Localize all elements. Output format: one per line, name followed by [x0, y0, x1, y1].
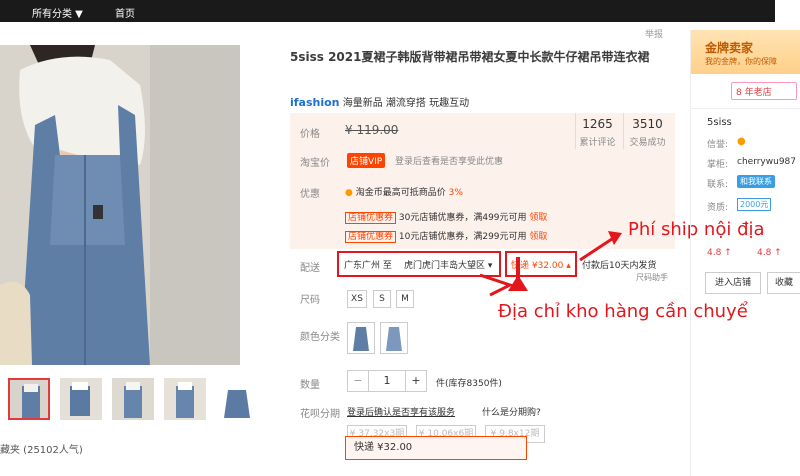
promo-coin-text: 淘金币最高可抵商品价 [355, 188, 446, 198]
gold-title: 金牌卖家 [705, 41, 754, 55]
quantity-minus-button[interactable]: − [347, 370, 369, 392]
years-badge: 8 年老店 [731, 82, 797, 100]
reviews-label: 累计评论 [579, 138, 616, 148]
size-option-s[interactable]: S [373, 290, 391, 308]
size-option-m[interactable]: M [396, 290, 414, 308]
shipping-fee-popup[interactable]: 快递 ¥32.00 [345, 436, 527, 460]
thumbnail-5[interactable] [216, 378, 258, 420]
brand-row: ifashion 海量新品 潮流穿搭 玩趣互动 [290, 94, 469, 109]
installment-label: 花呗分期 [300, 409, 340, 420]
thumbnail-4[interactable] [164, 378, 206, 420]
credit-label: 信誉: [707, 140, 729, 150]
size-label: 尺码 [300, 295, 320, 306]
thumbnail-3[interactable] [112, 378, 154, 420]
score-2: 4.8 ↑ [757, 248, 782, 258]
contact-button[interactable]: 和我联系 [737, 175, 775, 188]
installment-what-link[interactable]: 什么是分期购? [482, 405, 541, 418]
credit-icon: ● [737, 136, 746, 147]
coupon-text: 30元店铺优惠券，满499元可用 [398, 213, 527, 223]
wangwang-label: 掌柜: [707, 160, 729, 170]
all-categories-menu[interactable]: 所有分类 ▼ [32, 5, 83, 20]
report-link[interactable]: 举报 [645, 27, 663, 40]
size-option-xs[interactable]: XS [347, 290, 367, 308]
vip-text[interactable]: 登录后查看是否享受此优惠 [395, 154, 503, 167]
collect-shop-button[interactable]: 收藏 [767, 272, 800, 294]
quantity-label: 数量 [300, 380, 320, 391]
price-label: 价格 [300, 129, 320, 140]
favorites-count: 藏夹 (25102人气) [0, 445, 83, 456]
reviews-count[interactable]: 1265 [575, 117, 620, 131]
brand-tags: 海量新品 潮流穿搭 玩趣互动 [342, 98, 470, 109]
qualification-label: 资质: [707, 203, 729, 213]
gold-subtitle: 我的金牌，你的保障 [705, 57, 777, 66]
seller-panel: 金牌卖家 我的金牌，你的保障 8 年老店 5siss 信誉: ● 掌柜: che… [690, 30, 800, 476]
home-link[interactable]: 首页 [115, 5, 135, 20]
coupon-tag: 店铺优惠券 [345, 212, 397, 224]
years-text: 8 年老店 [736, 88, 772, 98]
promo-coin: ● 淘金币最高可抵商品价 3% [345, 185, 463, 198]
thumbnail-2[interactable] [60, 378, 102, 420]
quantity-input[interactable]: 1 [368, 370, 406, 392]
enter-shop-button[interactable]: 进入店铺 [705, 272, 761, 294]
thumbnail-1[interactable] [8, 378, 50, 420]
coupon-row-1: 店铺优惠券 30元店铺优惠券，满499元可用 领取 [345, 210, 547, 224]
taobao-price-label: 淘宝价 [300, 158, 330, 169]
shipping-label: 配送 [300, 263, 320, 274]
promo-coin-pct: 3% [448, 188, 463, 198]
seller-name[interactable]: 5siss [707, 117, 732, 128]
vip-badge: 店铺VIP [347, 153, 386, 168]
color-option-2[interactable] [380, 322, 408, 354]
product-title: 5siss 2021夏裙子韩版背带裙吊带裙女夏中长款牛仔裙吊带连衣裙 [290, 50, 650, 64]
ship-from: 广东广州 至 [344, 261, 392, 271]
model-photo [0, 45, 240, 365]
trades-count[interactable]: 3510 [625, 117, 670, 131]
gold-seller-banner: 金牌卖家 我的金牌，你的保障 [691, 30, 800, 74]
wangwang-name[interactable]: cherrywu987 [737, 157, 796, 167]
color-option-1[interactable] [347, 322, 375, 354]
popup-text: 快递 ¥32.00 [354, 442, 413, 453]
ifashion-logo[interactable]: ifashion [290, 96, 340, 109]
installment-login-text[interactable]: 登录后确认是否享有该服务 [347, 405, 455, 418]
trades-label: 交易成功 [629, 138, 666, 148]
score-1: 4.8 ↑ [707, 248, 732, 258]
top-nav-bar: 所有分类 ▼ 首页 [0, 0, 775, 22]
price-value: ¥ 119.00 [345, 123, 399, 137]
contact-label: 联系: [707, 180, 729, 190]
quantity-plus-button[interactable]: + [405, 370, 427, 392]
stock-text: 件(库存8350件) [436, 379, 502, 389]
promo-label: 优惠 [300, 189, 320, 200]
coupon-get-link[interactable]: 领取 [529, 213, 547, 223]
main-product-image[interactable] [0, 45, 240, 365]
deposit-badge: 2000元 [737, 198, 772, 211]
color-label: 颜色分类 [300, 332, 340, 343]
coin-icon: ● [345, 188, 353, 198]
coupon-tag: 店铺优惠券 [345, 231, 397, 243]
